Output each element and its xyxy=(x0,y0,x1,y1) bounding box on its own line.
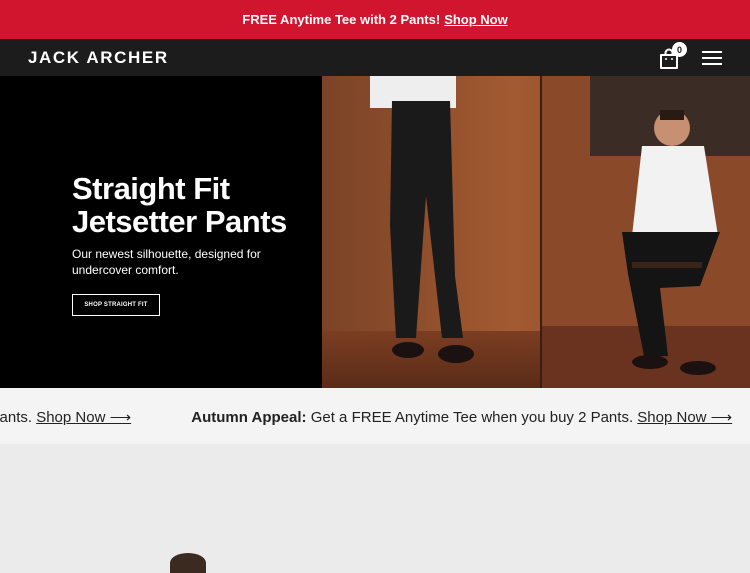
hero-title-line2: Jetsetter Pants xyxy=(72,204,287,239)
ticker-item-text: Get a FREE Anytime Tee when you buy 2 Pa… xyxy=(306,409,638,426)
content-section xyxy=(0,444,750,563)
promo-ticker: 2 Pants. Shop Now ⟶ Autumn Appeal: Get a… xyxy=(0,388,750,444)
ticker-item: Autumn Appeal: Get a FREE Anytime Tee wh… xyxy=(191,408,732,426)
ticker-item: 2 Pants. Shop Now ⟶ xyxy=(0,408,131,426)
hero-photo xyxy=(322,76,750,388)
model-photo-peek xyxy=(170,553,206,573)
hamburger-menu-icon[interactable] xyxy=(701,49,723,67)
hero-title: Straight Fit Jetsetter Pants xyxy=(72,172,287,238)
brand-logo[interactable]: JACK ARCHER xyxy=(28,48,169,68)
ticker-shop-now-link[interactable]: Shop Now ⟶ xyxy=(637,409,732,426)
site-header: JACK ARCHER 0 xyxy=(0,39,750,76)
cart-count-badge: 0 xyxy=(672,42,687,57)
promo-text: FREE Anytime Tee with 2 Pants! xyxy=(242,12,441,27)
ticker-item-lead: Autumn Appeal: xyxy=(191,409,307,426)
hero-banner: Straight Fit Jetsetter Pants Our newest … xyxy=(0,76,750,388)
promo-banner: FREE Anytime Tee with 2 Pants! Shop Now xyxy=(0,0,750,39)
hero-title-line1: Straight Fit xyxy=(72,171,230,206)
ticker-shop-now-link[interactable]: Shop Now ⟶ xyxy=(36,409,131,426)
shop-straight-fit-button[interactable]: SHOP STRAIGHT FIT xyxy=(72,294,160,316)
hero-subtitle: Our newest silhouette, designed for unde… xyxy=(72,247,261,277)
ticker-track: 2 Pants. Shop Now ⟶ Autumn Appeal: Get a… xyxy=(0,408,750,426)
promo-shop-now-link[interactable]: Shop Now xyxy=(444,12,508,27)
ticker-item-text: 2 Pants. xyxy=(0,409,33,426)
